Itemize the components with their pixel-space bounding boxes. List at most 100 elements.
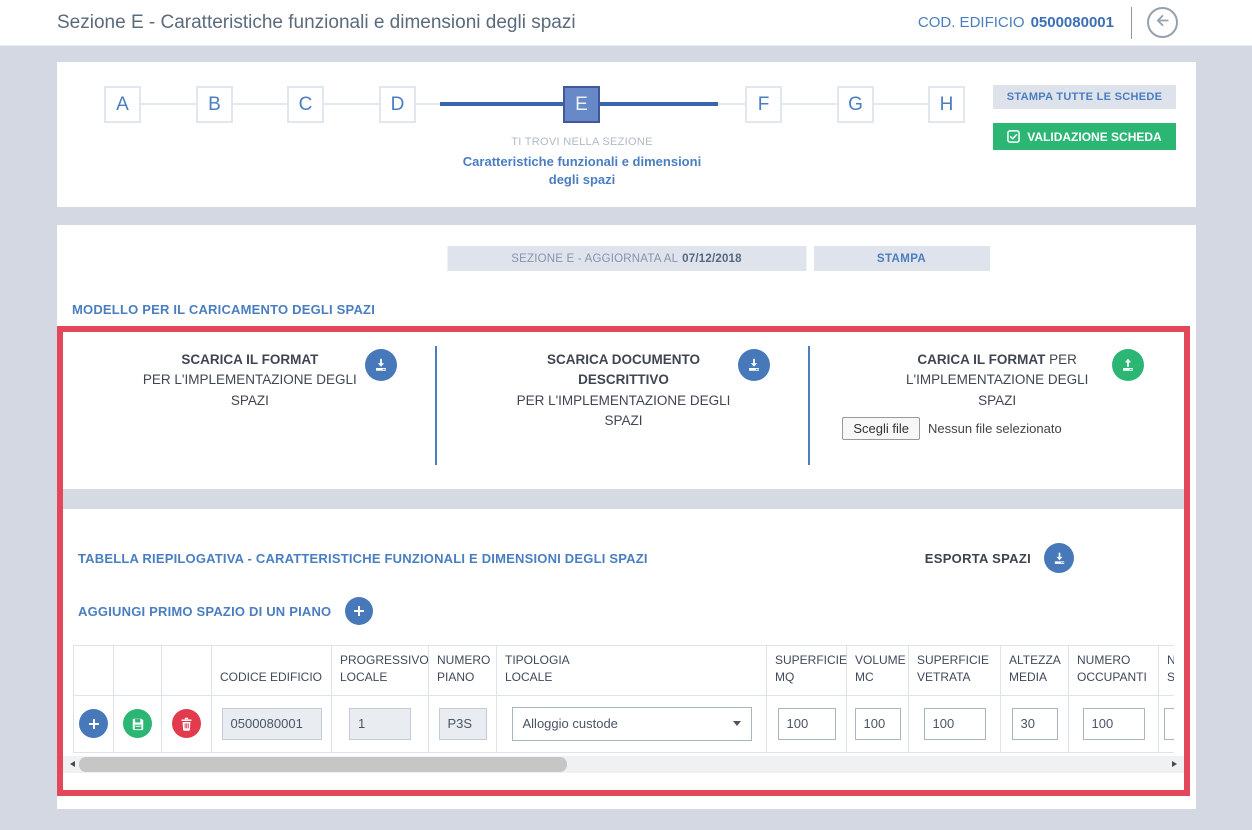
back-button[interactable]: [1147, 7, 1178, 38]
row-add-button[interactable]: [79, 709, 108, 738]
updated-date: 07/12/2018: [682, 253, 742, 265]
current-section-info: TI TROVI NELLA SEZIONE Caratteristiche f…: [451, 136, 713, 188]
summary-table-heading: TABELLA RIEPILOGATIVA - CARATTERISTICHE …: [78, 551, 648, 566]
download-doc-title: SCARICA DOCUMENTO DESCRITTIVO: [501, 350, 747, 391]
upload-format-button[interactable]: [1112, 349, 1144, 381]
spaces-table-wrapper: CODICE EDIFICIO PROGRESSIVO LOCALE NUMER…: [73, 645, 1174, 753]
arrow-left-icon: [1153, 11, 1172, 35]
download-format-subtitle: PER L'IMPLEMENTAZIONE DEGLI SPAZI: [143, 372, 357, 407]
step-h[interactable]: H: [928, 86, 965, 123]
section-status-row: SEZIONE E - AGGIORNATA AL 07/12/2018 STAM…: [57, 246, 1196, 271]
numero-piano-input[interactable]: [439, 708, 487, 740]
choose-file-button[interactable]: Scegli file: [842, 417, 920, 440]
upload-format-title: CARICA IL FORMAT: [917, 352, 1045, 367]
column-header-progressivo-locale: PROGRESSIVO LOCALE: [332, 646, 429, 696]
plus-icon: [88, 718, 100, 730]
superficie-vetrata-input[interactable]: [924, 708, 986, 740]
step-g[interactable]: G: [837, 86, 874, 123]
table-header-row: CODICE EDIFICIO PROGRESSIVO LOCALE NUMER…: [74, 646, 1175, 696]
tipologia-locale-value: Alloggio custode: [523, 716, 618, 731]
header-divider: [1131, 7, 1132, 39]
table-row: Alloggio custode: [74, 695, 1175, 752]
section-stepper: A B C D E F G H TI TROVI NELLA SEZIONE C…: [57, 62, 1196, 207]
column-header-numero-piano: NUMERO PIANO: [429, 646, 497, 696]
clipped-column-input[interactable]: [1164, 708, 1174, 740]
file-status-text: Nessun file selezionato: [928, 421, 1062, 436]
download-doc-card: SCARICA DOCUMENTO DESCRITTIVOPER L'IMPLE…: [437, 332, 811, 489]
row-save-button[interactable]: [123, 709, 152, 738]
download-icon: [746, 357, 762, 373]
stepper-connector: [324, 103, 379, 105]
column-header-numero-occupanti: NUMERO OCCUPANTI: [1069, 646, 1159, 696]
export-spaces-button[interactable]: [1044, 543, 1074, 573]
export-spaces: ESPORTA SPAZI: [925, 543, 1074, 573]
trash-icon: [180, 717, 193, 731]
download-doc-text: SCARICA DOCUMENTO DESCRITTIVOPER L'IMPLE…: [501, 350, 747, 431]
checkbox-check-icon: [1007, 130, 1020, 143]
download-icon: [373, 357, 389, 373]
summary-table-section: TABELLA RIEPILOGATIVA - CARATTERISTICHE …: [63, 509, 1184, 753]
section-e-panel: SEZIONE E - AGGIORNATA AL 07/12/2018 STAM…: [57, 225, 1196, 809]
section-divider-band: [63, 489, 1184, 509]
stepper-connector: [233, 103, 287, 105]
building-code-label: COD. EDIFICIO: [918, 14, 1025, 31]
building-code: COD. EDIFICIO 0500080001: [918, 14, 1114, 31]
numero-occupanti-input[interactable]: [1083, 708, 1145, 740]
building-code-value: 0500080001: [1031, 14, 1114, 31]
add-first-space: AGGIUNGI PRIMO SPAZIO DI UN PIANO: [78, 597, 1174, 625]
plus-icon: [353, 605, 365, 617]
codice-edificio-input[interactable]: [222, 708, 322, 740]
scrollbar-right-arrow-icon[interactable]: [1172, 761, 1177, 767]
row-delete-button[interactable]: [172, 709, 201, 738]
volume-mc-input[interactable]: [855, 708, 901, 740]
download-format-button[interactable]: [365, 349, 397, 381]
validate-sheet-label: VALIDAZIONE SCHEDA: [1027, 130, 1161, 144]
upload-format-card: CARICA IL FORMAT PER L'IMPLEMENTAZIONE D…: [810, 332, 1184, 489]
save-icon: [131, 717, 145, 731]
section-updated-bar: SEZIONE E - AGGIORNATA AL 07/12/2018: [447, 246, 806, 271]
download-format-title: SCARICA IL FORMAT: [127, 350, 373, 370]
spaces-table: CODICE EDIFICIO PROGRESSIVO LOCALE NUMER…: [73, 645, 1174, 753]
print-button[interactable]: STAMPA: [814, 246, 990, 271]
step-d[interactable]: D: [379, 86, 416, 123]
column-header-superficie-vetrata: SUPERFICIE VETRATA: [909, 646, 1001, 696]
column-header-tipologia-locale: TIPOLOGIA LOCALE: [497, 646, 767, 696]
stepper-connector: [141, 103, 196, 105]
add-first-space-label: AGGIUNGI PRIMO SPAZIO DI UN PIANO: [78, 604, 331, 619]
scrollbar-left-arrow-icon[interactable]: [70, 761, 75, 767]
upload-icon: [1120, 357, 1136, 373]
print-all-sheets-button[interactable]: STAMPA TUTTE LE SCHEDE: [993, 85, 1176, 109]
validate-sheet-button[interactable]: VALIDAZIONE SCHEDA: [993, 123, 1176, 150]
step-c[interactable]: C: [287, 86, 324, 123]
column-header-clipped: N. SI: [1159, 646, 1175, 696]
column-header-altezza-media: ALTEZZA MEDIA: [1001, 646, 1069, 696]
step-b[interactable]: B: [196, 86, 233, 123]
location-label: TI TROVI NELLA SEZIONE: [451, 136, 713, 148]
column-header-codice-edificio: CODICE EDIFICIO: [212, 646, 332, 696]
stepper-connector: [874, 103, 928, 105]
download-format-card: SCARICA IL FORMATPER L'IMPLEMENTAZIONE D…: [63, 332, 437, 489]
column-header-empty: [162, 646, 212, 696]
progressivo-locale-input[interactable]: [349, 708, 411, 740]
top-bar: Sezione E - Caratteristiche funzionali e…: [0, 0, 1252, 46]
step-f[interactable]: F: [745, 86, 782, 123]
page-title: Sezione E - Caratteristiche funzionali e…: [57, 12, 576, 34]
updated-label: SEZIONE E - AGGIORNATA AL: [511, 253, 678, 265]
superficie-mq-input[interactable]: [778, 708, 836, 740]
scrollbar-thumb[interactable]: [79, 757, 567, 772]
highlighted-region: SCARICA IL FORMATPER L'IMPLEMENTAZIONE D…: [57, 326, 1190, 796]
upload-format-text: CARICA IL FORMAT PER L'IMPLEMENTAZIONE D…: [874, 350, 1120, 411]
horizontal-scrollbar[interactable]: [63, 756, 1184, 773]
current-section-name: Caratteristiche funzionali e dimensioni …: [451, 153, 713, 188]
step-e-active[interactable]: E: [563, 86, 600, 123]
column-header-superficie-mq: SUPERFICIE MQ: [767, 646, 847, 696]
column-header-empty: [114, 646, 162, 696]
add-first-space-button[interactable]: [345, 597, 373, 625]
column-header-volume-mc: VOLUME MC: [847, 646, 909, 696]
stepper-connector: [782, 103, 837, 105]
download-icon: [1052, 551, 1067, 566]
download-doc-button[interactable]: [738, 349, 770, 381]
tipologia-locale-select[interactable]: Alloggio custode: [512, 707, 752, 741]
step-a[interactable]: A: [104, 86, 141, 123]
altezza-media-input[interactable]: [1012, 708, 1058, 740]
